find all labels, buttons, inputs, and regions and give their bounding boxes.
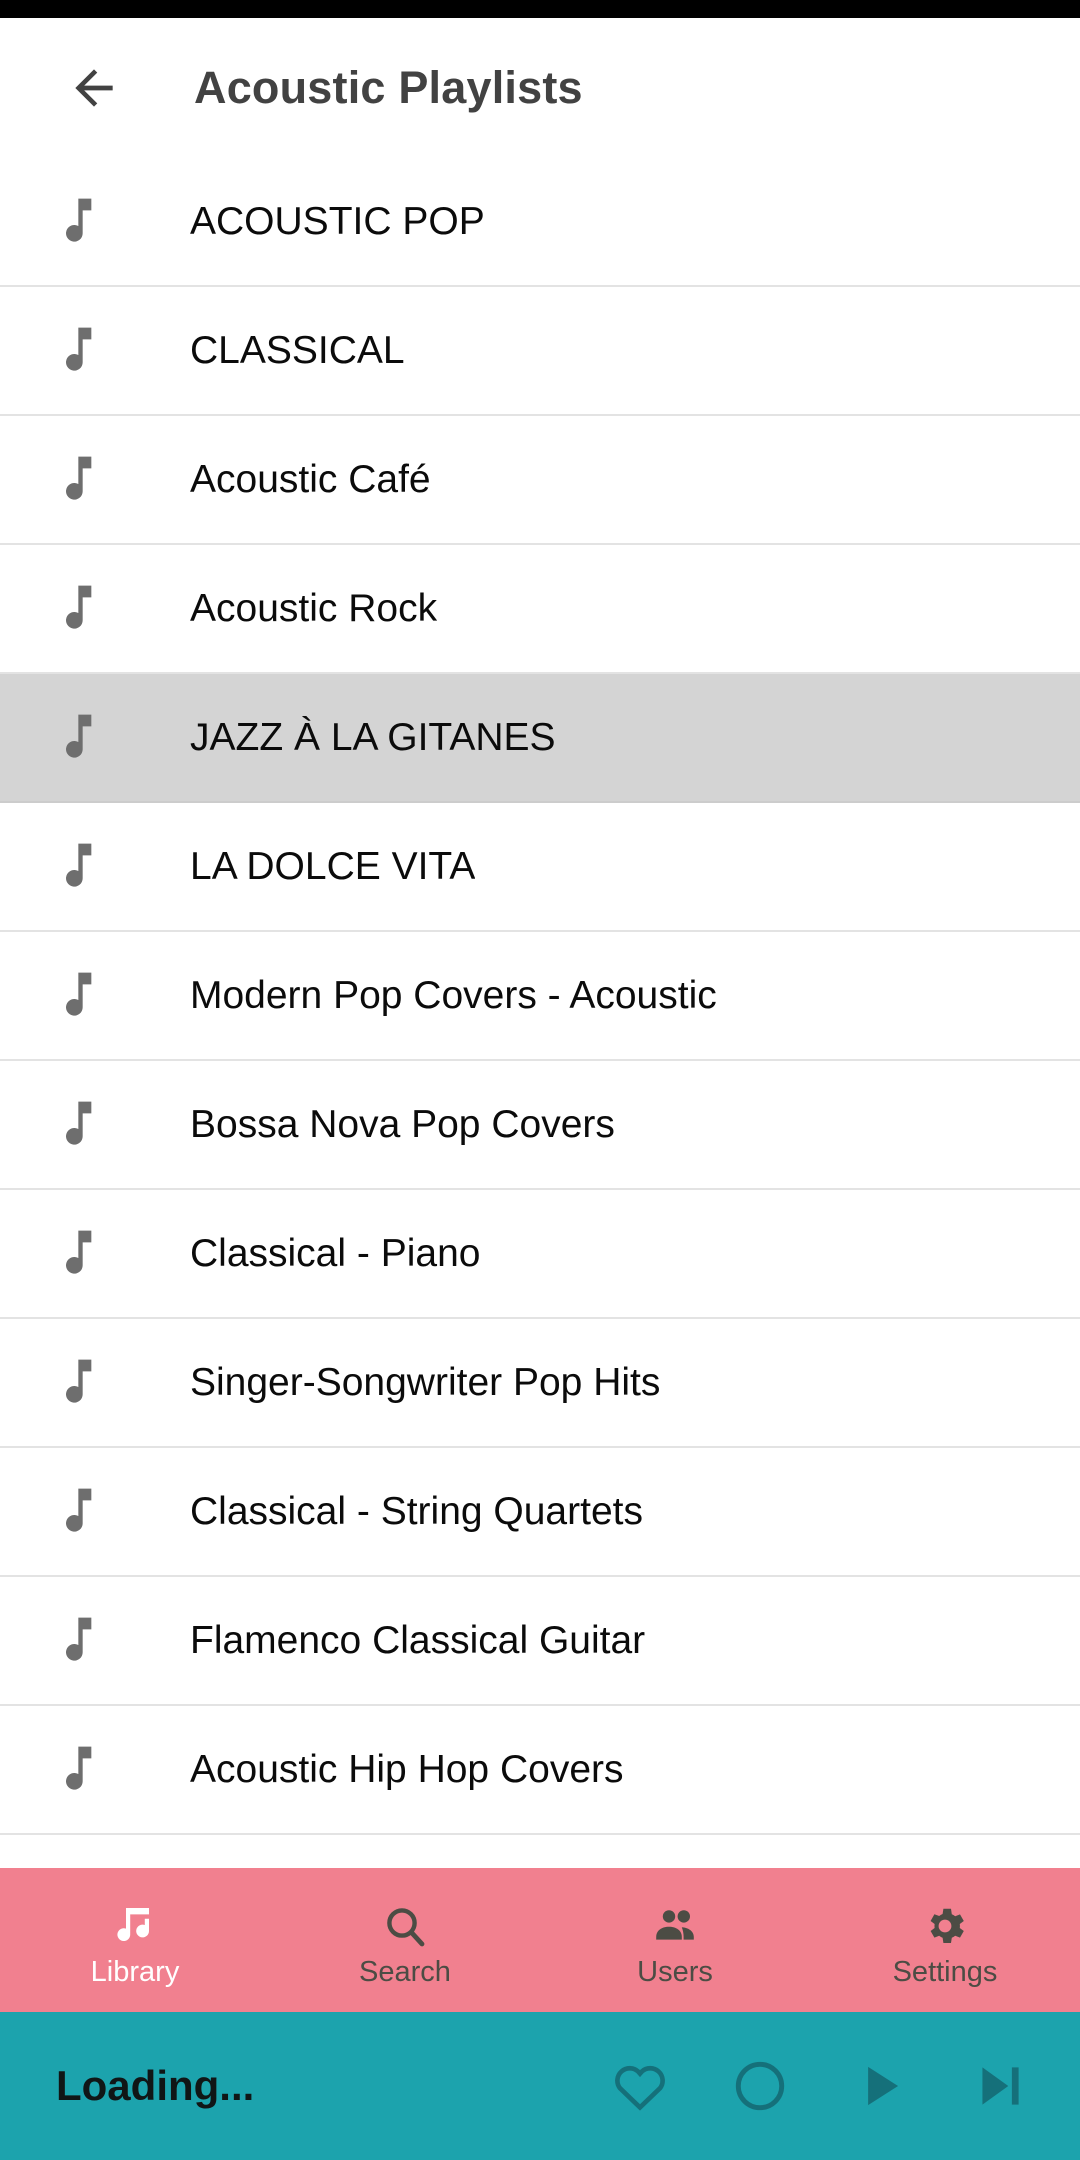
heart-icon [615, 2065, 665, 2111]
tab-label: Library [90, 1955, 180, 1988]
playlist-name: Modern Pop Covers - Acoustic [190, 973, 717, 1017]
music-note-icon [66, 456, 92, 500]
playlist-row[interactable]: Singer-Songwriter Pop Hits [0, 1319, 1080, 1448]
music-note-icon [66, 1230, 92, 1274]
playlist-name: CLASSICAL [190, 328, 405, 372]
playlist-name: ACOUSTIC POP [190, 199, 485, 243]
favorite-button[interactable] [594, 2040, 686, 2132]
music-note-icon [66, 1617, 92, 1661]
playlist-row[interactable]: Flamenco Classical Guitar [0, 1577, 1080, 1706]
music-note-icon [66, 972, 92, 1016]
bottom-tab-bar: Library Search Users Settings [0, 1868, 1080, 2012]
music-note-icon [58, 195, 118, 249]
tab-library[interactable]: Library [0, 1868, 270, 2012]
playlist-row[interactable]: Modern Pop Covers - Acoustic [0, 932, 1080, 1061]
tab-users[interactable]: Users [540, 1868, 810, 2012]
repeat-button[interactable] [714, 2040, 806, 2132]
tab-settings[interactable]: Settings [810, 1868, 1080, 2012]
now-playing-bar[interactable]: Loading... [0, 2012, 1080, 2160]
playlist-name: Classical - String Quartets [190, 1489, 643, 1533]
gear-icon [921, 1900, 969, 1952]
music-note-icon [66, 198, 92, 242]
playlist-name: Classical - Piano [190, 1231, 481, 1275]
users-icon [650, 1900, 700, 1952]
tab-label: Settings [892, 1955, 998, 1988]
music-note-icon [58, 1743, 118, 1797]
music-note-icon [58, 711, 118, 765]
tab-label: Search [359, 1955, 451, 1988]
back-button[interactable] [58, 52, 130, 124]
play-button[interactable] [834, 2040, 926, 2132]
playlist-row[interactable]: ACOUSTIC POP [0, 158, 1080, 287]
playlist-row[interactable]: Bossa Nova Pop Covers [0, 1061, 1080, 1190]
page-title: Acoustic Playlists [194, 62, 583, 113]
playlist-row[interactable]: Acoustic Rock [0, 545, 1080, 674]
music-note-icon [58, 1614, 118, 1668]
search-icon [381, 1900, 429, 1952]
app-screen: Acoustic Playlists ACOUSTIC POP CLASSICAL… [0, 0, 1080, 2160]
music-note-icon [66, 585, 92, 629]
playlist-row[interactable]: Classical - String Quartets [0, 1448, 1080, 1577]
gear-icon [930, 1908, 964, 1943]
music-note-icon [58, 969, 118, 1023]
music-note-icon [58, 582, 118, 636]
search-icon [387, 1907, 425, 1946]
playlist-name: Bossa Nova Pop Covers [190, 1102, 615, 1146]
playlist-row[interactable]: CLASSICAL [0, 287, 1080, 416]
now-playing-title: Loading... [56, 2062, 255, 2109]
music-note-icon [58, 1356, 118, 1410]
music-note-icon [58, 840, 118, 894]
playlist-row[interactable]: JAZZ À LA GITANES [0, 674, 1080, 803]
playlist-row[interactable]: Acoustic Hip Hop Covers [0, 1706, 1080, 1835]
users-icon [656, 1909, 694, 1940]
music-note-icon [58, 1485, 118, 1539]
music-note-icon [58, 1227, 118, 1281]
arrow-left-icon [75, 69, 113, 107]
status-bar [0, 0, 1080, 18]
playlist-name: LA DOLCE VITA [190, 844, 476, 888]
music-note-icon [66, 1488, 92, 1532]
circle-icon [735, 2061, 785, 2111]
music-note-icon [58, 1098, 118, 1152]
playlist-name: Acoustic Rock [190, 586, 438, 630]
playlist-name: Acoustic Café [190, 457, 431, 501]
playlist-name: Acoustic Hip Hop Covers [190, 1747, 624, 1791]
music-note-icon [66, 714, 92, 758]
music-note-icon [66, 843, 92, 887]
music-note-icon [66, 1101, 92, 1145]
playlist-list[interactable]: ACOUSTIC POP CLASSICAL Acoustic Café Acoust… [0, 158, 1080, 1868]
playlist-row[interactable]: Acoustic Café [0, 416, 1080, 545]
playlist-name: Singer-Songwriter Pop Hits [190, 1360, 661, 1404]
music-note-icon [66, 327, 92, 371]
playlist-row[interactable]: LA DOLCE VITA [0, 803, 1080, 932]
library-music-icon [111, 1900, 159, 1952]
playlist-row[interactable]: Classical - Piano [0, 1190, 1080, 1319]
tab-label: Users [637, 1955, 713, 1988]
music-note-icon [66, 1359, 92, 1403]
music-note-icon [58, 324, 118, 378]
player-controls [594, 2040, 1046, 2132]
playlist-name: Flamenco Classical Guitar [190, 1618, 646, 1662]
music-note-icon [58, 453, 118, 507]
playlist-name: JAZZ À LA GITANES [190, 715, 556, 759]
app-bar: Acoustic Playlists [0, 18, 1080, 158]
tab-search[interactable]: Search [270, 1868, 540, 2012]
music-note-icon [66, 1746, 92, 1790]
play-icon [868, 2066, 899, 2106]
skip-next-icon [982, 2067, 1019, 2105]
next-button[interactable] [954, 2040, 1046, 2132]
library-music-icon [117, 1907, 149, 1941]
